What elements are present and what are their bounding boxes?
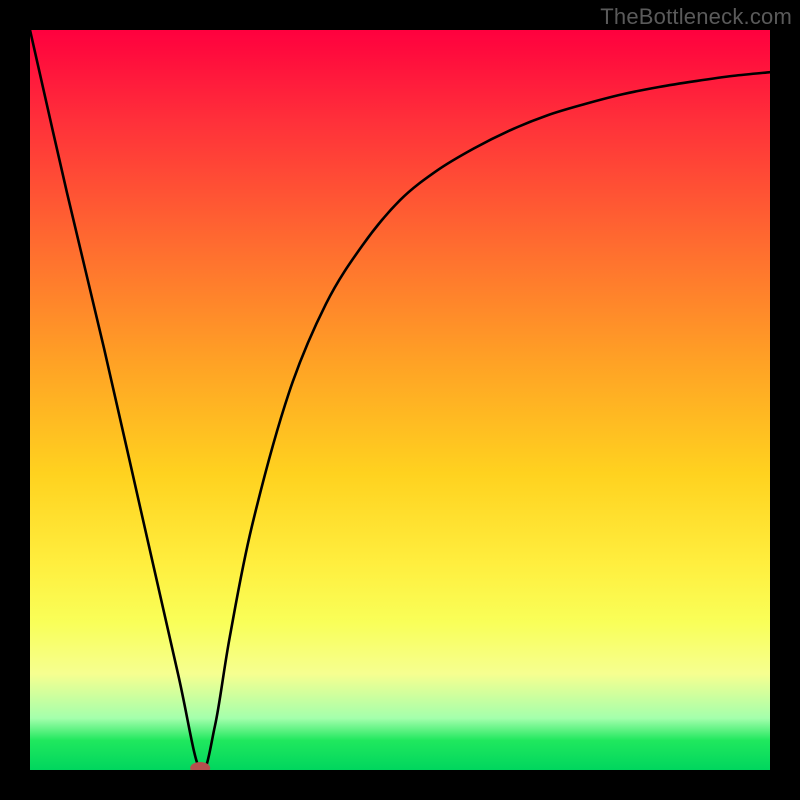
chart-plot-area	[30, 30, 770, 770]
watermark-text: TheBottleneck.com	[600, 4, 792, 30]
chart-frame: TheBottleneck.com	[0, 0, 800, 800]
